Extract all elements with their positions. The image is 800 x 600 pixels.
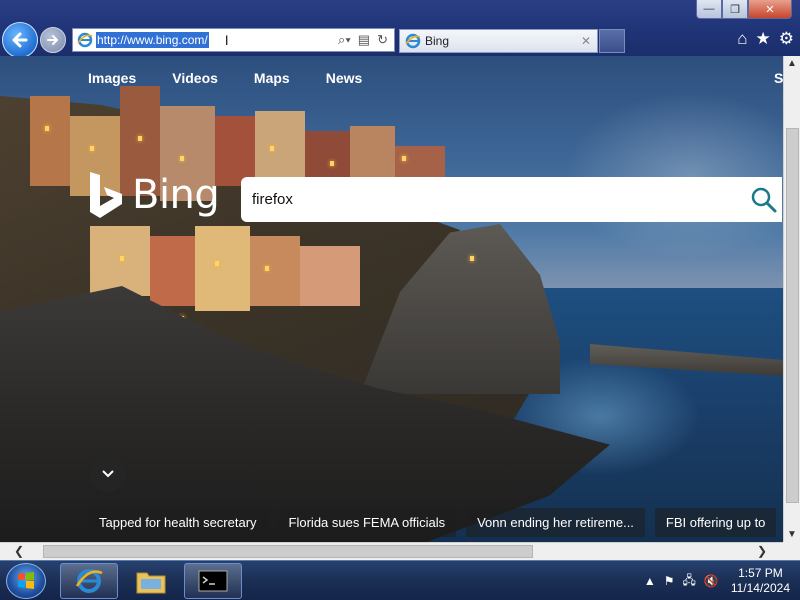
window-controls: — ❐ ✕ bbox=[696, 0, 792, 19]
news-carousel: Tapped for health secretary Florida sues… bbox=[88, 508, 777, 537]
news-item[interactable]: Vonn ending her retireme... bbox=[466, 508, 645, 537]
address-tools: ⌕▾ ▤ ↻ bbox=[338, 32, 388, 48]
bing-top-nav: Images Videos Maps News bbox=[88, 70, 398, 86]
nav-cutoff-item[interactable]: S bbox=[774, 70, 783, 86]
scroll-right-arrow-icon[interactable]: ❯ bbox=[757, 544, 767, 558]
window-light bbox=[265, 266, 269, 271]
search-dropdown-icon[interactable]: ⌕▾ bbox=[338, 32, 351, 48]
taskbar: ▲ ⚑ 🖧 🔇 1:57 PM 11/14/2024 bbox=[0, 560, 800, 600]
tab-label: Bing bbox=[425, 34, 450, 48]
back-arrow-icon bbox=[12, 32, 28, 48]
house bbox=[90, 226, 150, 296]
nav-news[interactable]: News bbox=[326, 70, 363, 86]
window-light bbox=[180, 156, 184, 161]
text-cursor-icon: I bbox=[224, 32, 229, 48]
window-light bbox=[270, 146, 274, 151]
taskbar-ie-button[interactable] bbox=[60, 563, 118, 599]
search-query-text[interactable]: firefox bbox=[252, 191, 293, 208]
house bbox=[30, 96, 70, 186]
action-center-flag-icon[interactable]: ⚑ bbox=[664, 574, 675, 588]
compatibility-view-icon[interactable]: ▤ bbox=[358, 32, 370, 48]
home-icon[interactable]: ⌂ bbox=[737, 29, 747, 49]
clock[interactable]: 1:57 PM 11/14/2024 bbox=[731, 566, 790, 596]
folder-icon bbox=[136, 572, 166, 594]
window-light bbox=[45, 126, 49, 131]
bing-logo[interactable]: Bing bbox=[88, 170, 220, 220]
gear-icon[interactable]: ⚙ bbox=[779, 29, 794, 49]
house bbox=[150, 236, 195, 306]
forward-arrow-icon bbox=[47, 35, 58, 45]
close-button[interactable]: ✕ bbox=[748, 0, 792, 19]
scroll-down-arrow-icon[interactable]: ▼ bbox=[787, 529, 797, 540]
window-light bbox=[215, 261, 219, 266]
scrollbar-corner bbox=[783, 542, 800, 560]
back-button[interactable] bbox=[2, 22, 38, 58]
refresh-icon[interactable]: ↻ bbox=[377, 32, 388, 48]
window-light bbox=[120, 256, 124, 261]
forward-button[interactable] bbox=[40, 27, 66, 53]
scroll-up-arrow-icon[interactable]: ▲ bbox=[787, 58, 797, 69]
scroll-left-arrow-icon[interactable]: ❮ bbox=[14, 544, 24, 558]
favorites-star-icon[interactable]: ★ bbox=[756, 29, 771, 49]
vertical-scroll-thumb[interactable] bbox=[786, 128, 799, 503]
internet-explorer-icon bbox=[75, 569, 103, 593]
network-icon[interactable]: 🖧 bbox=[682, 571, 695, 592]
chevron-down-icon bbox=[102, 470, 114, 478]
start-button[interactable] bbox=[6, 563, 46, 599]
command-prompt-icon bbox=[198, 570, 228, 592]
horizontal-scroll-thumb[interactable] bbox=[43, 545, 533, 558]
house bbox=[195, 226, 250, 311]
clock-time: 1:57 PM bbox=[738, 566, 783, 580]
taskbar-explorer-button[interactable] bbox=[122, 563, 180, 599]
window-light bbox=[402, 156, 406, 161]
new-tab-button[interactable] bbox=[599, 29, 625, 53]
bing-homepage: Images Videos Maps News S Bing firefox T… bbox=[0, 56, 783, 542]
horizontal-scrollbar[interactable]: ❮ ❯ bbox=[0, 542, 783, 560]
house bbox=[215, 116, 255, 186]
news-item[interactable]: Tapped for health secretary bbox=[88, 508, 268, 537]
tab-bing[interactable]: Bing ✕ bbox=[399, 29, 598, 53]
command-tools: ⌂ ★ ⚙ bbox=[737, 29, 794, 49]
volume-muted-icon[interactable]: 🔇 bbox=[704, 574, 719, 588]
taskbar-cmd-button[interactable] bbox=[184, 563, 242, 599]
ie-tab-favicon-icon bbox=[405, 33, 421, 49]
bing-logo-text: Bing bbox=[132, 172, 220, 218]
tab-close-icon[interactable]: ✕ bbox=[581, 34, 591, 48]
news-item[interactable]: FBI offering up to bbox=[654, 508, 777, 537]
window-light bbox=[138, 136, 142, 141]
search-input[interactable]: firefox bbox=[241, 177, 782, 222]
clock-date: 11/14/2024 bbox=[730, 581, 790, 595]
house bbox=[300, 246, 360, 306]
bing-b-icon bbox=[90, 172, 122, 218]
scroll-down-button[interactable] bbox=[90, 456, 126, 492]
system-tray: ▲ ⚑ 🖧 🔇 1:57 PM 11/14/2024 bbox=[644, 561, 790, 600]
nav-videos[interactable]: Videos bbox=[172, 70, 218, 86]
minimize-button[interactable]: — bbox=[696, 0, 722, 19]
address-bar[interactable]: http://www.bing.com/ I ⌕▾ ▤ ↻ bbox=[72, 28, 395, 52]
windows-logo-icon bbox=[18, 572, 34, 589]
house bbox=[350, 126, 395, 181]
window-light bbox=[90, 146, 94, 151]
house bbox=[250, 236, 300, 306]
window-light bbox=[470, 256, 474, 261]
nav-images[interactable]: Images bbox=[88, 70, 136, 86]
browser-chrome: — ❐ ✕ http://www.bing.com/ I ⌕▾ ▤ ↻ Bing… bbox=[0, 0, 800, 58]
ie-favicon-icon bbox=[77, 32, 93, 48]
maximize-button[interactable]: ❐ bbox=[722, 0, 748, 19]
vertical-scrollbar[interactable]: ▲ ▼ bbox=[783, 56, 800, 542]
show-hidden-icons-icon[interactable]: ▲ bbox=[644, 574, 656, 588]
window-light bbox=[330, 161, 334, 166]
news-item[interactable]: Florida sues FEMA officials bbox=[277, 508, 457, 537]
address-url-text[interactable]: http://www.bing.com/ bbox=[96, 32, 209, 48]
search-icon[interactable] bbox=[750, 186, 778, 214]
nav-maps[interactable]: Maps bbox=[254, 70, 290, 86]
